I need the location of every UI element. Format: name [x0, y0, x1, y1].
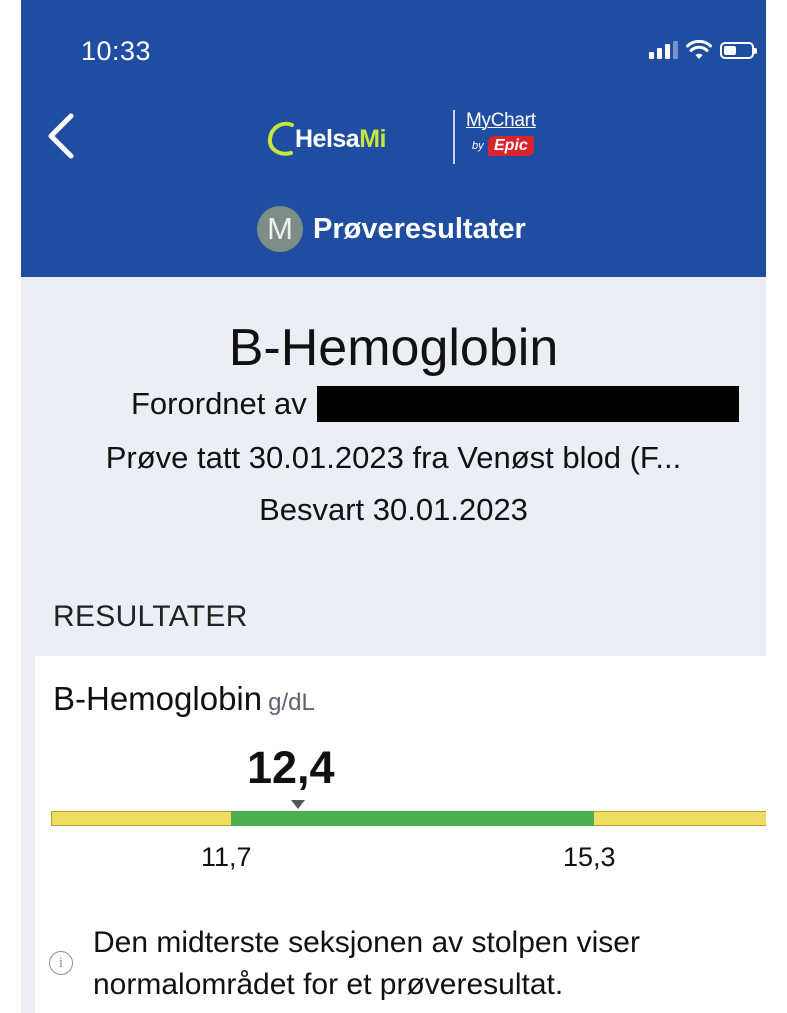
section-header: M Prøveresultater [257, 206, 526, 252]
range-segment-normal [231, 811, 594, 826]
range-low-label: 11,7 [201, 842, 252, 872]
helsami-logo: HelsaMi [265, 116, 386, 162]
result-name: B-Hemoglobin [53, 680, 263, 717]
cellular-signal-icon [649, 41, 678, 59]
redacted-name [316, 386, 739, 422]
range-high-label: 15,3 [563, 842, 616, 872]
app-header: 10:33 HelsaMi MyChart by Epic M Prøveres… [21, 0, 766, 277]
range-info-note: i Den midterste seksjonen av stolpen vis… [49, 922, 733, 1006]
result-value: 12,4 [247, 742, 335, 793]
page-title: Prøveresultater [313, 212, 526, 245]
app-screen: 10:33 HelsaMi MyChart by Epic M Prøveres… [21, 0, 766, 1013]
result-card[interactable]: B-Hemoglobin g/dL 12,4 11,7 15,3 i Den m… [35, 656, 766, 1013]
info-circle-icon: i [49, 951, 73, 975]
sample-taken-text[interactable]: Prøve tatt 30.01.2023 fra Venøst blod (F… [21, 440, 766, 476]
value-marker [291, 800, 305, 809]
logo-divider [453, 110, 455, 164]
result-name-row: B-Hemoglobin g/dL [53, 680, 315, 718]
result-unit: g/dL [268, 689, 315, 716]
status-icons [649, 40, 757, 60]
test-title: B-Hemoglobin [228, 319, 559, 377]
reference-range-bar [51, 811, 766, 826]
mychart-logo: MyChart by Epic [466, 110, 536, 156]
back-button[interactable] [39, 108, 83, 164]
ordered-by-row: Forordnet av [131, 386, 739, 422]
range-segment-low [51, 811, 231, 826]
battery-icon [720, 41, 757, 59]
status-time: 10:33 [81, 36, 152, 66]
avatar[interactable]: M [257, 206, 303, 252]
answered-date-text: Besvart 30.01.2023 [259, 492, 528, 527]
wifi-icon [686, 40, 712, 59]
results-heading: RESULTATER [53, 600, 248, 633]
chevron-left-icon [48, 113, 74, 159]
range-segment-high [594, 811, 766, 826]
range-info-text: Den midterste seksjonen av stolpen viser… [93, 926, 640, 1001]
ordered-by-label: Forordnet av [131, 386, 307, 421]
